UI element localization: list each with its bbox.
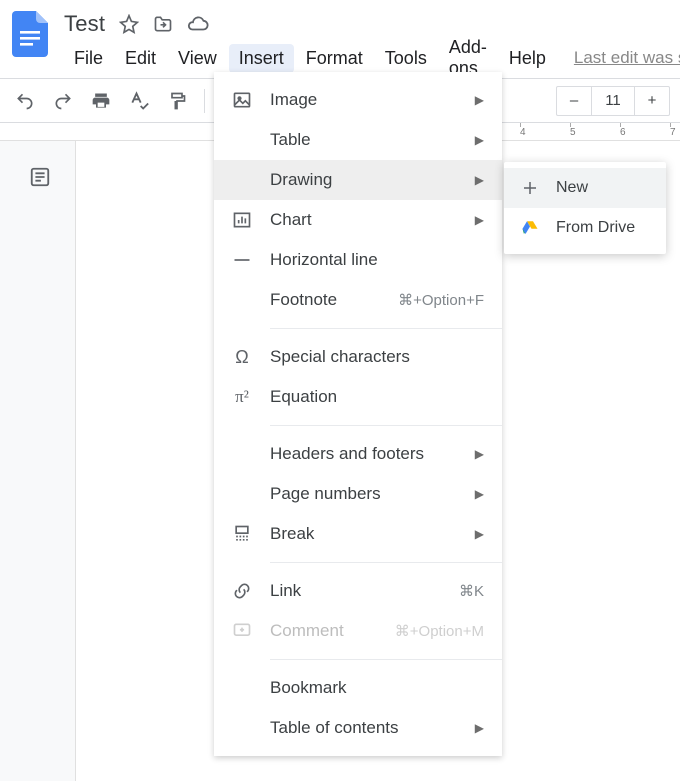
undo-button[interactable] xyxy=(10,86,40,116)
menu-label: Headers and footers xyxy=(270,444,475,464)
ruler-tick: 7 xyxy=(670,127,676,138)
submenu-label: New xyxy=(556,179,588,197)
last-edit-link[interactable]: Last edit was s xyxy=(574,48,680,68)
chevron-right-icon: ▶ xyxy=(475,447,484,461)
menu-label: Page numbers xyxy=(270,484,475,504)
insert-image[interactable]: Image ▶ xyxy=(214,80,502,120)
drawing-from-drive[interactable]: From Drive xyxy=(504,208,666,248)
menubar: File Edit View Insert Format Tools Add-o… xyxy=(64,42,680,74)
chevron-right-icon: ▶ xyxy=(475,93,484,107)
move-icon[interactable] xyxy=(153,14,173,34)
drawing-new[interactable]: New xyxy=(504,168,666,208)
table-icon xyxy=(232,130,252,150)
menu-edit[interactable]: Edit xyxy=(115,44,166,73)
insert-equation[interactable]: π² Equation xyxy=(214,377,502,417)
insert-table[interactable]: Table ▶ xyxy=(214,120,502,160)
hline-icon xyxy=(232,250,252,270)
insert-bookmark[interactable]: Bookmark xyxy=(214,668,502,708)
menu-view[interactable]: View xyxy=(168,44,227,73)
menu-label: Drawing xyxy=(270,170,475,190)
plus-icon xyxy=(520,178,540,198)
footnote-icon xyxy=(232,290,252,310)
pagenum-icon xyxy=(232,484,252,504)
ruler-tick: 6 xyxy=(620,127,626,138)
menu-file[interactable]: File xyxy=(64,44,113,73)
drawing-submenu: New From Drive xyxy=(504,162,666,254)
menu-label: Break xyxy=(270,524,475,544)
menu-insert[interactable]: Insert xyxy=(229,44,294,73)
chevron-right-icon: ▶ xyxy=(475,133,484,147)
separator xyxy=(270,328,502,329)
separator xyxy=(270,659,502,660)
font-size-increase[interactable]: + xyxy=(635,87,669,115)
shortcut: ⌘K xyxy=(459,582,484,600)
bookmark-icon xyxy=(232,678,252,698)
outline-toggle-icon[interactable] xyxy=(24,161,56,193)
cloud-icon[interactable] xyxy=(187,13,209,35)
insert-comment: Comment ⌘+Option+M xyxy=(214,611,502,651)
docs-logo[interactable] xyxy=(12,8,48,60)
chevron-right-icon: ▶ xyxy=(475,173,484,187)
insert-footnote[interactable]: Footnote ⌘+Option+F xyxy=(214,280,502,320)
omega-icon: Ω xyxy=(232,347,252,367)
image-icon xyxy=(232,90,252,110)
chevron-right-icon: ▶ xyxy=(475,487,484,501)
insert-page-numbers[interactable]: Page numbers ▶ xyxy=(214,474,502,514)
drawing-icon xyxy=(232,170,252,190)
font-size-decrease[interactable]: – xyxy=(557,87,591,115)
menu-label: Link xyxy=(270,581,459,601)
insert-toc[interactable]: Table of contents ▶ xyxy=(214,708,502,748)
pi-icon: π² xyxy=(232,387,252,407)
toc-icon xyxy=(232,718,252,738)
menu-tools[interactable]: Tools xyxy=(375,44,437,73)
submenu-label: From Drive xyxy=(556,219,635,237)
font-size-control: – 11 + xyxy=(556,86,670,116)
insert-horizontal-line[interactable]: Horizontal line xyxy=(214,240,502,280)
ruler-tick: 4 xyxy=(520,127,526,138)
redo-button[interactable] xyxy=(48,86,78,116)
star-icon[interactable] xyxy=(119,14,139,34)
comment-icon xyxy=(232,621,252,641)
insert-chart[interactable]: Chart ▶ xyxy=(214,200,502,240)
separator xyxy=(270,425,502,426)
document-title[interactable]: Test xyxy=(64,11,105,37)
menu-label: Chart xyxy=(270,210,475,230)
shortcut: ⌘+Option+F xyxy=(398,291,484,309)
menu-label: Footnote xyxy=(270,290,398,310)
menu-label: Table of contents xyxy=(270,718,475,738)
menu-label: Table xyxy=(270,130,475,150)
headers-icon xyxy=(232,444,252,464)
break-icon xyxy=(232,524,252,544)
chevron-right-icon: ▶ xyxy=(475,213,484,227)
insert-headers-footers[interactable]: Headers and footers ▶ xyxy=(214,434,502,474)
shortcut: ⌘+Option+M xyxy=(395,622,484,640)
font-size-value[interactable]: 11 xyxy=(591,87,635,115)
menu-format[interactable]: Format xyxy=(296,44,373,73)
paint-format-button[interactable] xyxy=(162,86,192,116)
menu-label: Horizontal line xyxy=(270,250,484,270)
insert-link[interactable]: Link ⌘K xyxy=(214,571,502,611)
menu-label: Bookmark xyxy=(270,678,484,698)
spellcheck-button[interactable] xyxy=(124,86,154,116)
chevron-right-icon: ▶ xyxy=(475,721,484,735)
separator xyxy=(270,562,502,563)
insert-break[interactable]: Break ▶ xyxy=(214,514,502,554)
menu-label: Comment xyxy=(270,621,395,641)
link-icon xyxy=(232,581,252,601)
menu-label: Image xyxy=(270,90,475,110)
chart-icon xyxy=(232,210,252,230)
drive-icon xyxy=(520,218,540,238)
menu-help[interactable]: Help xyxy=(499,44,556,73)
insert-dropdown: Image ▶ Table ▶ Drawing ▶ Chart ▶ Horizo… xyxy=(214,72,502,756)
insert-drawing[interactable]: Drawing ▶ xyxy=(214,160,502,200)
menu-label: Special characters xyxy=(270,347,484,367)
insert-special-characters[interactable]: Ω Special characters xyxy=(214,337,502,377)
chevron-right-icon: ▶ xyxy=(475,527,484,541)
menu-label: Equation xyxy=(270,387,484,407)
ruler-tick: 5 xyxy=(570,127,576,138)
print-button[interactable] xyxy=(86,86,116,116)
